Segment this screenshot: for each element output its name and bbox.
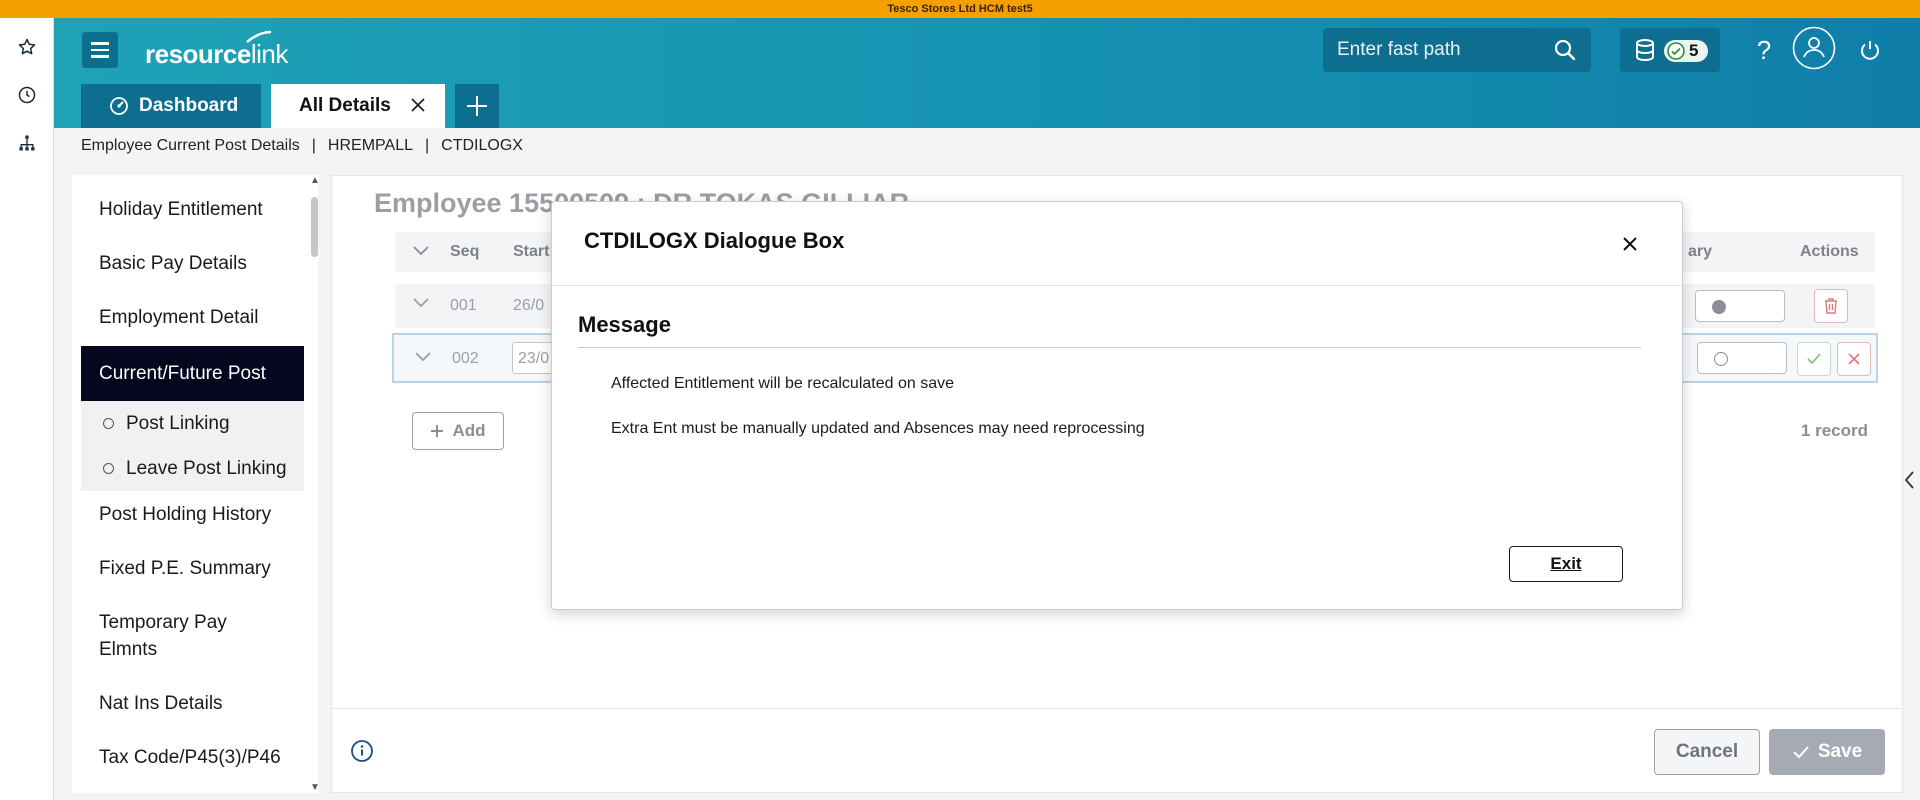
exit-button[interactable]: Exit: [1509, 546, 1623, 582]
dialog-message-line: Extra Ent must be manually updated and A…: [611, 420, 1145, 437]
dialog-divider: [552, 285, 1682, 286]
dialog-section-heading: Message: [578, 312, 671, 337]
exit-button-label: Exit: [1550, 554, 1582, 573]
dialog-close-icon[interactable]: [1622, 236, 1638, 252]
dialog-message-line: Affected Entitlement will be recalculate…: [611, 375, 955, 392]
dialog-title: CTDILOGX Dialogue Box: [584, 228, 845, 253]
message-dialog: CTDILOGX Dialogue Box Message Affected E…: [551, 201, 1683, 610]
section-rule: [578, 347, 1641, 348]
